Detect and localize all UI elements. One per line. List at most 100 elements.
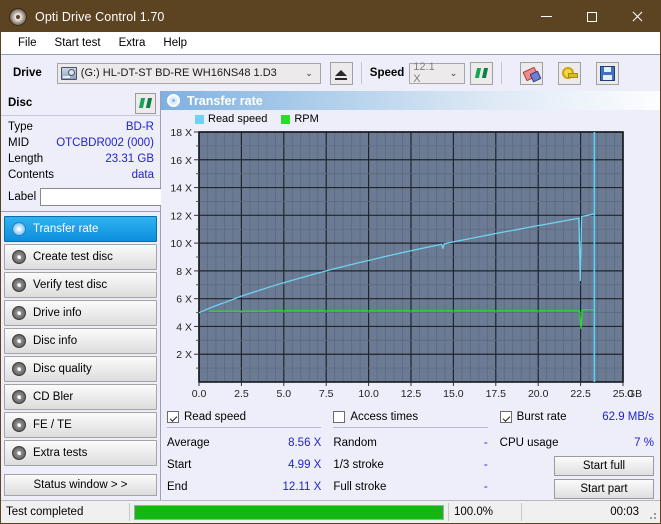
disc-type-value: BD-R <box>126 119 154 135</box>
sidebar-item-cd-bler[interactable]: CD Bler <box>4 384 157 410</box>
read-speed-end-value: 12.11 X <box>283 481 322 493</box>
status-bar: Test completed 100.0% 00:03 <box>1 500 660 523</box>
menu-start-test[interactable]: Start test <box>46 35 110 51</box>
sidebar-item-create-test-disc[interactable]: Create test disc <box>4 244 157 270</box>
chart-xtick-label: 20.0 <box>528 388 549 400</box>
disc-icon <box>12 446 26 460</box>
maximize-button[interactable] <box>569 1 614 32</box>
chart-ytick-label: 6 X <box>176 294 192 306</box>
sidebar-item-drive-info[interactable]: Drive info <box>4 300 157 326</box>
disc-icon <box>12 418 26 432</box>
window-title: Opti Drive Control 1.70 <box>35 10 164 24</box>
chart-ytick-label: 14 X <box>170 183 192 195</box>
access-times-header: Access times <box>333 408 487 426</box>
disc-row-length: Length 23.31 GB <box>8 151 154 167</box>
disc-contents-value: data <box>132 167 154 183</box>
access-times-full-stroke-row: Full stroke - <box>333 476 487 498</box>
chart-ytick-label: 18 X <box>170 127 192 139</box>
chart-ytick-label: 10 X <box>170 238 192 250</box>
results-area: Read speed Average 8.56 X Start 4.99 X <box>161 404 660 500</box>
access-times-third-stroke-label: 1/3 stroke <box>333 459 384 471</box>
disc-panel-header: Disc <box>1 91 160 116</box>
key-button[interactable] <box>558 62 581 85</box>
chart-xtick-label: 22.5 <box>570 388 591 400</box>
chart-xtick-label: 10.0 <box>358 388 379 400</box>
eraser-icon <box>524 68 539 79</box>
sidebar-item-label: Drive info <box>33 307 82 319</box>
results-col-burst-rate: Burst rate 62.9 MB/s CPU usage 7 % Start… <box>500 408 654 500</box>
menu-extra[interactable]: Extra <box>110 35 155 51</box>
drive-select-value: (G:) HL-DT-ST BD-RE WH16NS48 1.D3 <box>81 67 277 79</box>
disc-contents-label: Contents <box>8 167 54 183</box>
disc-icon <box>12 334 26 348</box>
chart-xtick-label: 0.0 <box>192 388 207 400</box>
read-speed-header: Read speed <box>167 408 321 426</box>
sidebar-item-fe-te[interactable]: FE / TE <box>4 412 157 438</box>
chart-ytick-label: 16 X <box>170 155 192 167</box>
access-times-third-stroke-row: 1/3 stroke - <box>333 454 487 476</box>
speed-select[interactable]: 12.1 X ⌄ <box>409 63 465 84</box>
burst-rate-header: Burst rate 62.9 MB/s <box>500 408 654 426</box>
cpu-usage-label: CPU usage <box>500 437 559 449</box>
drive-toolbar: Drive (G:) HL-DT-ST BD-RE WH16NS48 1.D3 … <box>1 54 660 91</box>
results-col-read-speed: Read speed Average 8.56 X Start 4.99 X <box>167 408 321 500</box>
access-times-random-label: Random <box>333 437 376 449</box>
close-button[interactable] <box>614 1 660 32</box>
sidebar-item-extra-tests[interactable]: Extra tests <box>4 440 157 466</box>
panel-header: Transfer rate <box>161 91 660 110</box>
disc-icon <box>12 278 26 292</box>
sidebar-spacer <box>1 466 160 470</box>
sidebar-item-disc-quality[interactable]: Disc quality <box>4 356 157 382</box>
drive-select[interactable]: (G:) HL-DT-ST BD-RE WH16NS48 1.D3 ⌄ <box>57 63 321 84</box>
disc-icon <box>12 306 26 320</box>
read-speed-start-row: Start 4.99 X <box>167 454 321 476</box>
legend-swatch-rpm <box>281 115 290 124</box>
resize-grip-icon[interactable] <box>644 501 660 523</box>
main-panel: Transfer rate Read speed RPM 2 X4 X6 X8 … <box>161 91 660 500</box>
minimize-button[interactable] <box>524 1 569 32</box>
sidebar-item-disc-info[interactable]: Disc info <box>4 328 157 354</box>
chart-ytick-label: 8 X <box>176 266 192 278</box>
sidebar-item-transfer-rate[interactable]: Transfer rate <box>4 216 157 242</box>
access-times-checkbox[interactable] <box>333 411 345 423</box>
menu-bar: File Start test Extra Help <box>1 32 660 54</box>
save-button[interactable] <box>596 62 619 85</box>
burst-rate-value: 62.9 MB/s <box>602 411 654 423</box>
chart-xtick-label: 15.0 <box>443 388 464 400</box>
sidebar-item-label: Create test disc <box>33 251 113 263</box>
disc-type-label: Type <box>8 119 33 135</box>
burst-rate-checkbox[interactable] <box>500 411 512 423</box>
read-speed-end-label: End <box>167 481 187 493</box>
disc-icon <box>12 362 26 376</box>
drive-icon <box>61 67 77 80</box>
sidebar-item-label: CD Bler <box>33 391 73 403</box>
drive-label: Drive <box>13 67 42 79</box>
status-window-button[interactable]: Status window > > <box>4 474 157 496</box>
start-part-row: Start part <box>500 477 654 500</box>
legend-label-read-speed: Read speed <box>208 113 267 125</box>
menu-help[interactable]: Help <box>154 35 196 51</box>
erase-button[interactable] <box>520 62 543 85</box>
read-speed-average-value: 8.56 X <box>288 437 321 449</box>
read-speed-checkbox[interactable] <box>167 411 179 423</box>
sidebar-item-verify-test-disc[interactable]: Verify test disc <box>4 272 157 298</box>
disc-refresh-button[interactable] <box>135 93 156 114</box>
chart-container: Read speed RPM 2 X4 X6 X8 X10 X12 X14 X1… <box>161 110 660 404</box>
menu-file[interactable]: File <box>9 35 46 51</box>
access-times-full-stroke-label: Full stroke <box>333 481 386 493</box>
read-speed-title: Read speed <box>184 411 246 423</box>
start-part-button[interactable]: Start part <box>554 479 654 499</box>
eject-button[interactable] <box>330 62 353 85</box>
minimize-icon <box>541 16 552 17</box>
chart-xtick-label: 5.0 <box>276 388 291 400</box>
read-speed-average-label: Average <box>167 437 210 449</box>
start-full-button[interactable]: Start full <box>554 456 654 476</box>
toolbar-divider-1 <box>361 62 362 84</box>
chart-xtick-label: 2.5 <box>234 388 249 400</box>
read-speed-end-row: End 12.11 X <box>167 476 321 498</box>
speed-select-value: 12.1 X <box>413 61 443 85</box>
refresh-button[interactable] <box>470 62 493 85</box>
chevron-down-icon: ⌄ <box>299 68 318 79</box>
disc-mid-label: MID <box>8 135 29 151</box>
disc-icon <box>12 250 26 264</box>
